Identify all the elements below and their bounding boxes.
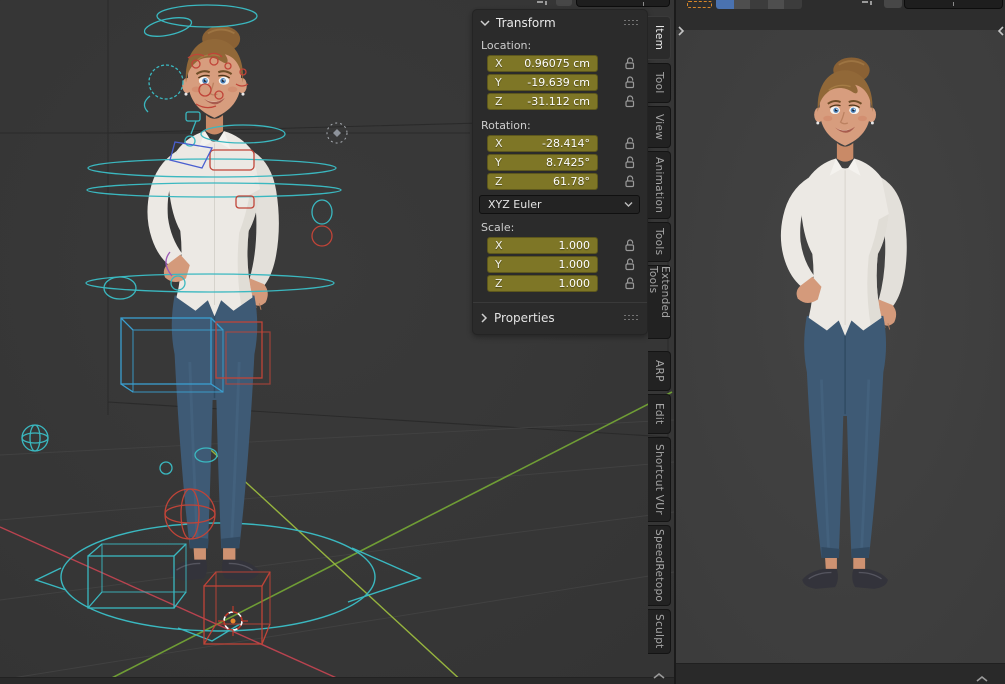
axis-label: Z [495, 277, 503, 290]
axis-value: 1.000 [558, 277, 591, 290]
rotation-mode-dropdown[interactable]: XYZ Euler [479, 195, 640, 214]
unlock-icon[interactable] [623, 239, 636, 252]
sidebar-tab-animation[interactable]: Animation [648, 151, 671, 219]
axis-label: X [495, 137, 503, 150]
transform-value-row: X 1.000 [487, 237, 647, 254]
sidebar-tab-shortcut-vur[interactable]: Shortcut VUr [648, 437, 671, 522]
properties-title: Properties [494, 311, 555, 325]
transform-value-field[interactable]: Y -19.639 cm [487, 74, 598, 91]
axis-value: 1.000 [558, 258, 591, 271]
scale-rows: X 1.000 Y 1.000 Z 1.000 [473, 237, 647, 292]
axis-label: X [495, 239, 503, 252]
axis-label: Y [495, 156, 502, 169]
transform-value-field[interactable]: Y 8.7425° [487, 154, 598, 171]
transform-value-field[interactable]: Y 1.000 [487, 256, 598, 273]
expand-up-icon[interactable] [652, 666, 666, 684]
timeline-edge-strip [0, 677, 674, 684]
chevron-down-icon [480, 20, 490, 27]
region-expand-left-icon[interactable] [997, 22, 1005, 41]
transform-value-row: Z 1.000 [487, 275, 647, 292]
sidebar-tab-strip: Item Tool View Animation Tools Extended Tools… [647, 16, 674, 654]
rotation-rows: X -28.414° Y 8.7425° Z 61.78° [473, 135, 647, 190]
viewport-footer-bar [676, 663, 1005, 684]
transform-value-row: X 0.96075 cm [487, 55, 647, 72]
blender-window: Transform Location: X 0.96075 cm Y -19.6… [0, 0, 1005, 684]
transform-value-row: Y -19.639 cm [487, 74, 647, 91]
sidebar-tab-edit[interactable]: Edit [648, 394, 671, 434]
unlock-icon[interactable] [623, 57, 636, 70]
panel-title: Transform [496, 16, 556, 30]
unlock-icon[interactable] [623, 156, 636, 169]
unlock-icon[interactable] [623, 258, 636, 271]
header-fragment-field[interactable] [576, 0, 670, 7]
sidebar-tab-extended-tools[interactable]: Extended Tools [647, 265, 671, 339]
transform-value-field[interactable]: Z -31.112 cm [487, 93, 598, 110]
pivot-option[interactable] [750, 0, 768, 9]
axis-label: Y [495, 76, 502, 89]
header-fragment-icon [862, 1, 872, 5]
transform-value-row: Y 1.000 [487, 256, 647, 273]
header-fragment-button[interactable] [884, 0, 902, 8]
axis-value: -28.414° [542, 137, 590, 150]
transform-value-field[interactable]: X -28.414° [487, 135, 598, 152]
axis-value: -19.639 cm [527, 76, 590, 89]
sidebar-tab-tool[interactable]: Tool [648, 63, 671, 103]
pivot-option-active[interactable] [716, 0, 734, 9]
unlock-icon[interactable] [623, 175, 636, 188]
sidebar-tab-sculpt[interactable]: Sculpt [648, 609, 671, 654]
region-expand-right-icon[interactable] [677, 22, 685, 41]
location-rows: X 0.96075 cm Y -19.639 cm Z -31.112 cm [473, 55, 647, 110]
axis-value: 0.96075 cm [524, 57, 590, 70]
transform-value-row: Y 8.7425° [487, 154, 647, 171]
pivot-option[interactable] [734, 0, 750, 9]
pivot-option[interactable] [768, 0, 784, 9]
axis-value: 61.78° [553, 175, 590, 188]
transform-value-field[interactable]: X 0.96075 cm [487, 55, 598, 72]
expand-up-icon[interactable] [975, 669, 989, 684]
pivot-option[interactable] [784, 0, 802, 9]
axis-value: 1.000 [558, 239, 591, 252]
axis-value: -31.112 cm [527, 95, 590, 108]
viewport-3d-secondary-region [676, 0, 1005, 684]
transform-value-row: X -28.414° [487, 135, 647, 152]
chevron-down-icon [624, 202, 633, 207]
transform-value-row: Z 61.78° [487, 173, 647, 190]
rotation-label: Rotation: [481, 119, 531, 132]
axis-value: 8.7425° [546, 156, 590, 169]
axis-label: Z [495, 175, 503, 188]
unlock-icon[interactable] [623, 137, 636, 150]
axis-label: Z [495, 95, 503, 108]
sidebar-tab-arp[interactable]: ARP [648, 351, 671, 391]
panel-drag-grip-icon[interactable] [624, 314, 639, 322]
viewport-3d-secondary-canvas[interactable] [676, 30, 1005, 664]
pivot-button-group[interactable] [716, 0, 802, 9]
sidebar-tab-tools[interactable]: Tools [648, 222, 671, 262]
select-box-icon[interactable] [687, 1, 712, 8]
sidebar-transform-panel: Transform Location: X 0.96075 cm Y -19.6… [472, 9, 648, 335]
header-fragment-icon [537, 1, 547, 5]
transform-value-field[interactable]: X 1.000 [487, 237, 598, 254]
unlock-icon[interactable] [623, 277, 636, 290]
rotation-mode-value: XYZ Euler [488, 198, 542, 211]
sidebar-tab-view[interactable]: View [648, 106, 671, 148]
axis-label: X [495, 57, 503, 70]
header-fragment-field[interactable] [904, 0, 1003, 9]
transform-value-field[interactable]: Z 1.000 [487, 275, 598, 292]
location-label: Location: [481, 39, 532, 52]
sidebar-tab-speedretopo[interactable]: SpeedRetopo [648, 525, 671, 606]
viewport-3d-secondary[interactable] [676, 30, 1005, 664]
unlock-icon[interactable] [623, 76, 636, 89]
chevron-right-icon [481, 313, 488, 323]
transform-value-row: Z -31.112 cm [487, 93, 647, 110]
properties-panel-header[interactable]: Properties [473, 302, 647, 327]
transform-panel-header[interactable]: Transform [473, 14, 647, 32]
panel-drag-grip-icon[interactable] [624, 19, 639, 27]
header-fragment-button[interactable] [556, 0, 572, 6]
transform-value-field[interactable]: Z 61.78° [487, 173, 598, 190]
scale-label: Scale: [481, 221, 515, 234]
sidebar-tab-item[interactable]: Item [648, 16, 671, 60]
unlock-icon[interactable] [623, 95, 636, 108]
axis-label: Y [495, 258, 502, 271]
